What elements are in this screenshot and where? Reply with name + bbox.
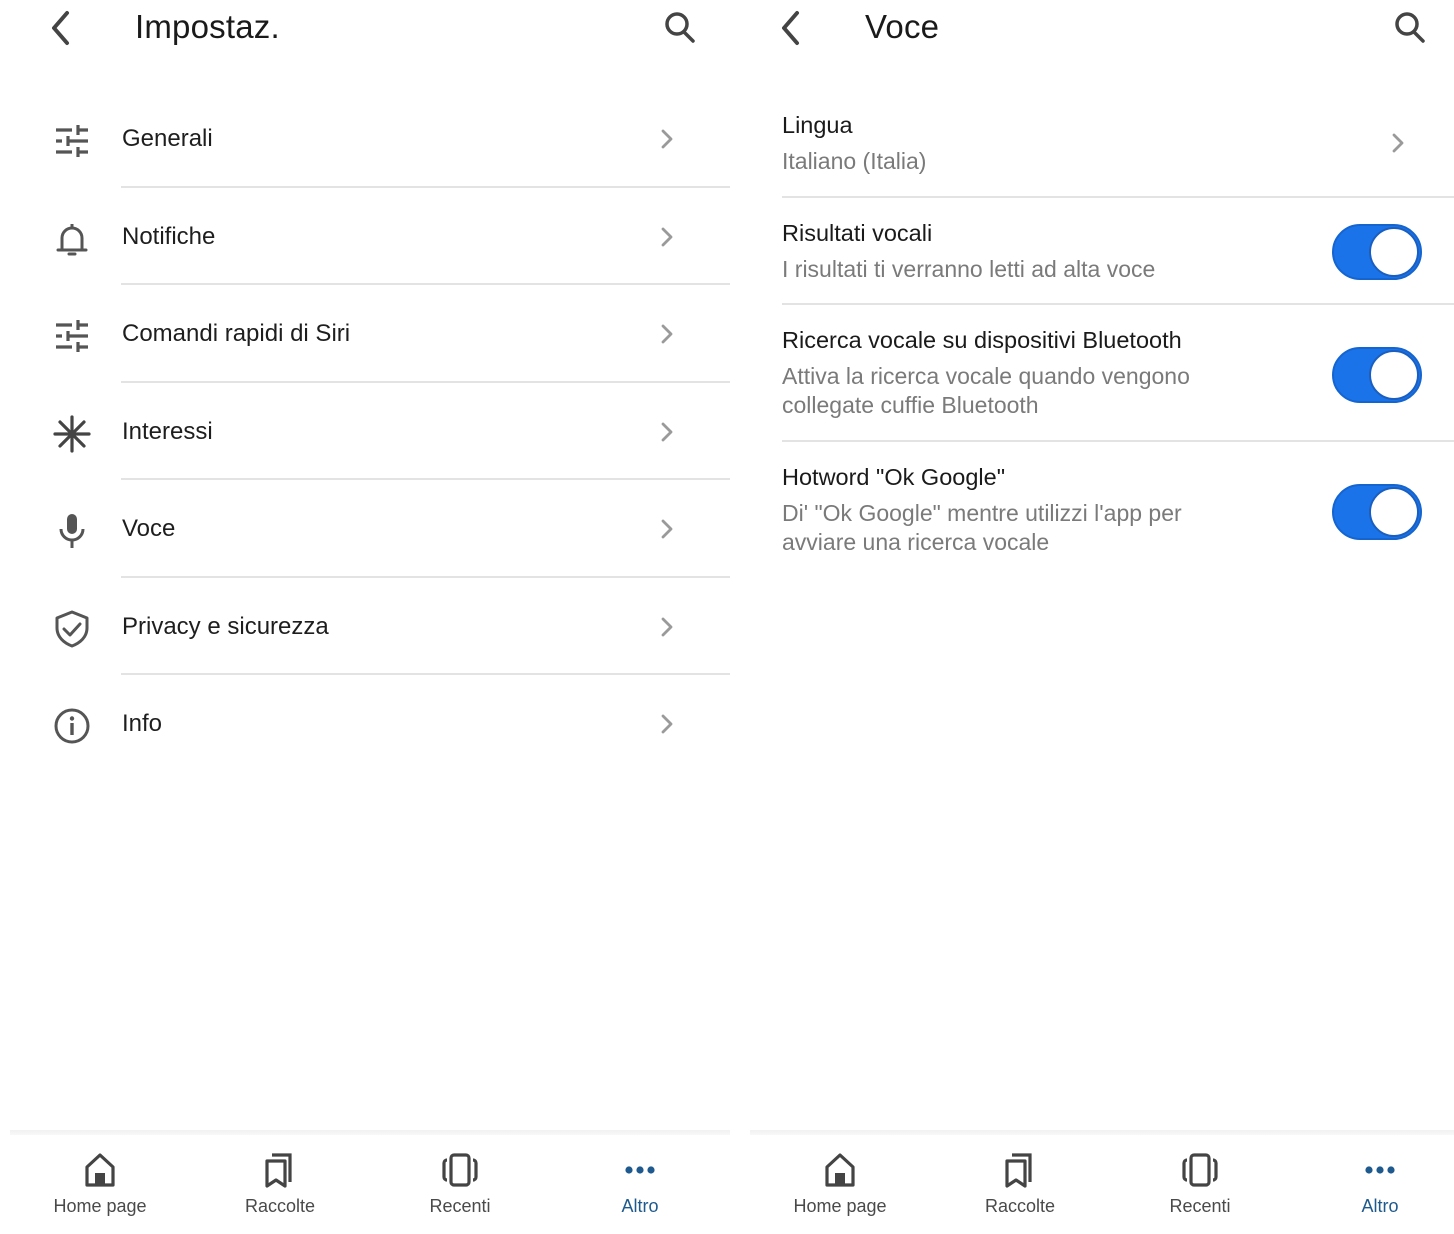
- bottom-bar-shadow: [750, 1130, 1454, 1135]
- back-button[interactable]: [42, 8, 82, 48]
- bookmarks-icon: [1000, 1150, 1040, 1190]
- setting-value: Italiano (Italia): [782, 148, 927, 174]
- bottom-bar-shadow: [10, 1130, 730, 1135]
- setting-risultati-vocali: Risultati vocali I risultati ti verranno…: [740, 198, 1454, 305]
- nav-label: Recenti: [429, 1196, 491, 1216]
- menu-item-comandi-siri[interactable]: Comandi rapidi di Siri: [0, 285, 730, 383]
- recent-cards-icon: [440, 1150, 480, 1190]
- risultati-vocali-toggle[interactable]: [1332, 224, 1422, 280]
- menu-item-label: Notifiche: [122, 222, 216, 250]
- setting-description: Di' "Ok Google" mentre utilizzi l'app pe…: [782, 500, 1182, 555]
- search-button[interactable]: [1390, 8, 1430, 48]
- asterisk-icon: [52, 414, 92, 454]
- toggle-knob: [1369, 227, 1419, 277]
- nav-home[interactable]: Home page: [35, 1150, 165, 1230]
- toggle-knob: [1369, 487, 1419, 537]
- microphone-icon: [52, 511, 92, 551]
- hotword-toggle[interactable]: [1332, 484, 1422, 540]
- app-header: Voce: [740, 0, 1454, 60]
- nav-raccolte[interactable]: Raccolte: [215, 1150, 345, 1230]
- menu-item-privacy[interactable]: Privacy e sicurezza: [0, 578, 730, 675]
- chevron-right-icon: [652, 222, 682, 252]
- settings-menu: Generali Notifiche Comandi rapidi di Sir…: [0, 90, 730, 773]
- bottom-navigation: Home page Raccolte Recenti Altro: [0, 1130, 730, 1234]
- setting-bluetooth-voice-search: Ricerca vocale su dispositivi Bluetooth …: [740, 305, 1454, 442]
- chevron-right-icon: [652, 319, 682, 349]
- setting-title: Lingua: [782, 112, 853, 138]
- nav-label: Home page: [793, 1196, 887, 1216]
- bottom-navigation: Home page Raccolte Recenti Altro: [740, 1130, 1454, 1234]
- setting-hotword: Hotword "Ok Google" Di' "Ok Google" ment…: [740, 442, 1454, 572]
- menu-item-notifiche[interactable]: Notifiche: [0, 188, 730, 285]
- bookmarks-icon: [260, 1150, 300, 1190]
- search-button[interactable]: [660, 8, 700, 48]
- settings-panel: Impostaz. Generali Notifiche Comandi rap…: [0, 0, 730, 1234]
- more-dots-icon: [620, 1150, 660, 1190]
- chevron-right-icon: [652, 124, 682, 154]
- nav-recenti[interactable]: Recenti: [395, 1150, 525, 1230]
- setting-title: Ricerca vocale su dispositivi Bluetooth: [782, 327, 1182, 353]
- menu-item-label: Info: [122, 710, 163, 737]
- menu-item-label: Voce: [122, 515, 176, 542]
- chevron-left-icon: [52, 11, 69, 45]
- more-dots-icon: [1360, 1150, 1400, 1190]
- voice-settings-panel: Voce Lingua Italiano (Italia) Risultati …: [740, 0, 1454, 1234]
- app-header: Impostaz.: [0, 0, 730, 60]
- setting-title: Hotword "Ok Google": [782, 464, 1006, 490]
- voice-settings-list: Lingua Italiano (Italia) Risultati vocal…: [740, 90, 1454, 572]
- menu-item-interessi[interactable]: Interessi: [0, 383, 730, 480]
- bell-icon: [52, 219, 92, 259]
- nav-altro[interactable]: Altro: [1315, 1150, 1445, 1230]
- menu-item-label: Generali: [122, 125, 213, 152]
- nav-altro[interactable]: Altro: [575, 1150, 705, 1230]
- nav-label: Altro: [621, 1196, 659, 1216]
- setting-title: Risultati vocali: [782, 220, 933, 246]
- setting-lingua[interactable]: Lingua Italiano (Italia): [740, 90, 1454, 198]
- setting-description: I risultati ti verranno letti ad alta vo…: [782, 256, 1156, 282]
- info-icon: [52, 706, 92, 746]
- nav-home[interactable]: Home page: [775, 1150, 905, 1230]
- chevron-right-icon: [652, 612, 682, 642]
- page-title: Voce: [865, 8, 940, 45]
- nav-label: Raccolte: [984, 1196, 1056, 1216]
- nav-recenti[interactable]: Recenti: [1135, 1150, 1265, 1230]
- nav-raccolte[interactable]: Raccolte: [955, 1150, 1085, 1230]
- menu-item-label: Interessi: [122, 417, 213, 445]
- menu-item-voce[interactable]: Voce: [0, 480, 730, 578]
- nav-label: Recenti: [1169, 1196, 1231, 1216]
- sliders-icon: [52, 316, 92, 356]
- menu-item-label: Privacy e sicurezza: [122, 612, 329, 640]
- back-button[interactable]: [772, 8, 812, 48]
- page-title: Impostaz.: [135, 8, 280, 45]
- nav-label: Raccolte: [244, 1196, 316, 1216]
- home-icon: [80, 1150, 120, 1190]
- menu-item-generali[interactable]: Generali: [0, 90, 730, 188]
- chevron-right-icon: [652, 514, 682, 544]
- home-icon: [820, 1150, 860, 1190]
- menu-item-label: Comandi rapidi di Siri: [122, 320, 351, 347]
- sliders-icon: [52, 121, 92, 161]
- nav-label: Altro: [1361, 1196, 1399, 1216]
- chevron-right-icon: [652, 417, 682, 447]
- setting-description: Attiva la ricerca vocale quando vengono …: [782, 363, 1190, 418]
- search-icon: [665, 12, 695, 43]
- shield-check-icon: [52, 609, 92, 649]
- menu-item-info[interactable]: Info: [0, 675, 730, 773]
- nav-label: Home page: [53, 1196, 147, 1216]
- toggle-knob: [1369, 350, 1419, 400]
- recent-cards-icon: [1180, 1150, 1220, 1190]
- bluetooth-voice-search-toggle[interactable]: [1332, 347, 1422, 403]
- chevron-left-icon: [782, 11, 799, 45]
- chevron-right-icon: [1383, 128, 1413, 158]
- search-icon: [1395, 12, 1425, 43]
- chevron-right-icon: [652, 709, 682, 739]
